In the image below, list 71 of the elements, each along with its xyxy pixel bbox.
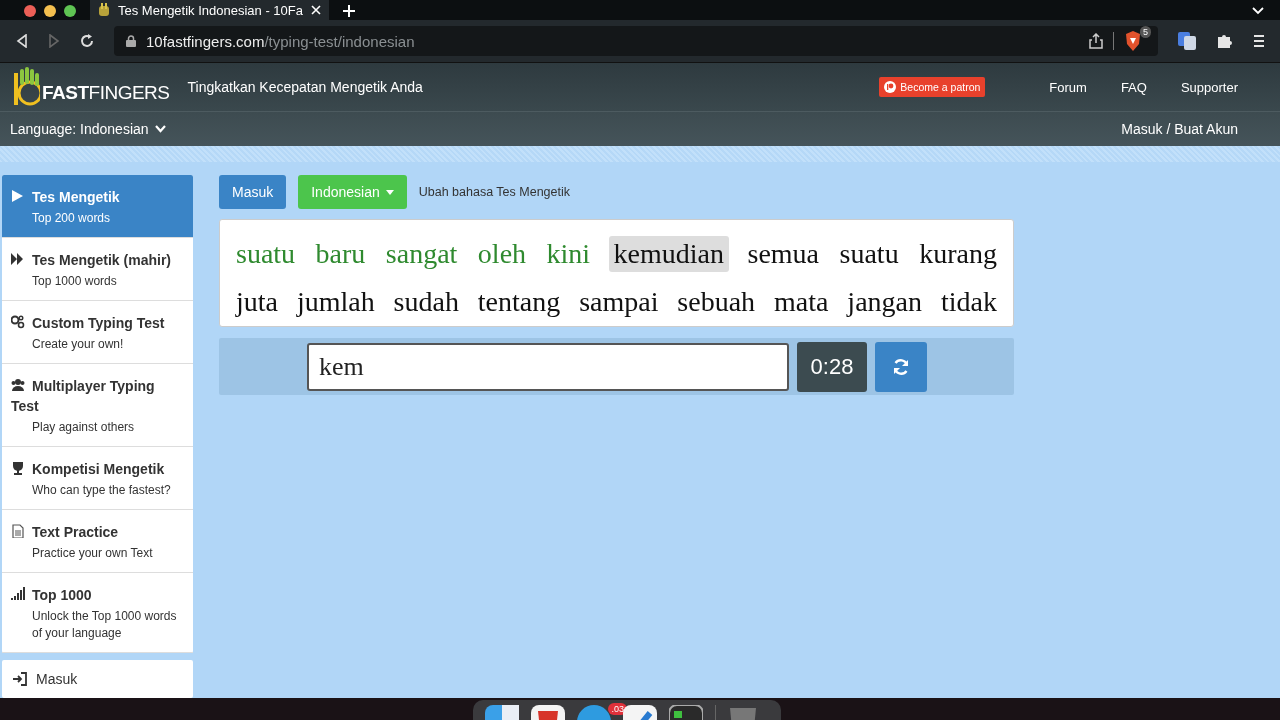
document-icon <box>11 524 25 538</box>
url-path-text: /typing-test/indonesian <box>264 32 415 50</box>
window-control-icon[interactable] <box>44 5 56 17</box>
users-icon <box>11 378 25 392</box>
play-icon <box>11 189 25 203</box>
address-field[interactable]: 10fastfingers.com/typing-test/indonesian 5 <box>114 26 1158 56</box>
site-tagline: Tingkatkan Kecepatan Mengetik Anda <box>187 79 423 95</box>
window-control-icon[interactable] <box>64 5 76 17</box>
sign-in-icon <box>12 672 28 686</box>
site-logo[interactable]: FASTFINGERS <box>10 67 170 107</box>
nav-link[interactable]: FAQ <box>1120 79 1147 95</box>
word: jangan <box>845 286 923 318</box>
word: semua <box>746 238 821 270</box>
nav-link[interactable]: Supporter <box>1180 79 1238 95</box>
lock-icon <box>126 35 136 47</box>
gears-icon <box>11 315 25 329</box>
typing-field[interactable]: kem <box>307 342 789 391</box>
sidebar-item[interactable]: Kompetisi Mengetik Who can type the fastest? <box>2 447 193 510</box>
caret-icon <box>385 189 394 195</box>
patreon-icon <box>884 81 897 93</box>
url-host-text: 10fastfingers.com <box>146 32 265 50</box>
sidebar-item[interactable]: Top 1000 Unlock the Top 1000 words of your language <box>2 573 193 653</box>
sidebar-login-link[interactable]: Masuk <box>2 660 193 698</box>
chevron-down-icon <box>154 125 166 133</box>
sidebar-item[interactable]: Tes Mengetik (mahir) Top 1000 words <box>2 238 193 301</box>
patron-button[interactable]: Become a patron <box>879 77 986 97</box>
sidebar-item[interactable]: Custom Typing Test Create your own! <box>2 301 193 364</box>
chevron-down-icon[interactable] <box>1252 7 1264 15</box>
back-icon[interactable] <box>16 34 28 48</box>
share-icon[interactable] <box>1089 33 1103 49</box>
translate-icon[interactable] <box>1178 32 1196 50</box>
timer: 0:28 <box>797 341 867 392</box>
word: kini <box>545 238 592 270</box>
signal-bars-icon <box>11 587 25 601</box>
nav-link[interactable]: Forum <box>1049 79 1087 95</box>
forward-icon[interactable] <box>48 34 60 48</box>
fast-forward-icon <box>11 252 25 266</box>
word: sebuah <box>676 286 757 318</box>
sidebar-item[interactable]: Multiplayer Typing Test Play against others <box>2 364 193 447</box>
window-control-icon[interactable] <box>24 5 36 17</box>
language-dropdown[interactable]: Language: Indonesian <box>10 121 166 137</box>
word: kurang <box>918 238 998 270</box>
restart-button[interactable] <box>875 341 927 392</box>
word: sudah <box>392 286 460 318</box>
word: suatu <box>838 238 900 270</box>
word: mata <box>773 286 830 318</box>
trophy-icon <box>11 461 25 475</box>
word: suatu <box>235 238 297 270</box>
account-link[interactable]: Masuk / Buat Akun <box>1121 121 1238 137</box>
word: oleh <box>476 238 528 270</box>
sidebar-item[interactable]: Tes Mengetik Top 200 words <box>2 175 193 238</box>
login-button[interactable]: Masuk <box>219 175 287 209</box>
word: baru <box>314 238 367 270</box>
word: kemudian <box>608 236 730 272</box>
word: sangat <box>384 238 459 270</box>
close-icon[interactable] <box>311 5 321 15</box>
browser-tab[interactable]: Tes Mengetik Indonesian - 10Fa <box>90 0 329 20</box>
refresh-icon <box>892 357 910 376</box>
word: tentang <box>476 286 562 318</box>
puzzle-icon[interactable] <box>1216 33 1232 49</box>
reload-icon[interactable] <box>80 34 94 48</box>
plus-icon[interactable] <box>343 5 355 17</box>
shield-count-badge: 5 <box>1140 26 1151 38</box>
tab-title: Tes Mengetik Indonesian - 10Fa <box>118 2 303 18</box>
word: sampai <box>578 286 660 318</box>
language-hint: Ubah bahasa Tes Mengetik <box>418 185 570 199</box>
word: juta <box>234 286 279 318</box>
word: jumlah <box>295 286 376 318</box>
word: tidak <box>939 286 998 318</box>
menu-icon[interactable] <box>1252 34 1266 48</box>
sidebar-item[interactable]: Text Practice Practice your own Text <box>2 510 193 573</box>
